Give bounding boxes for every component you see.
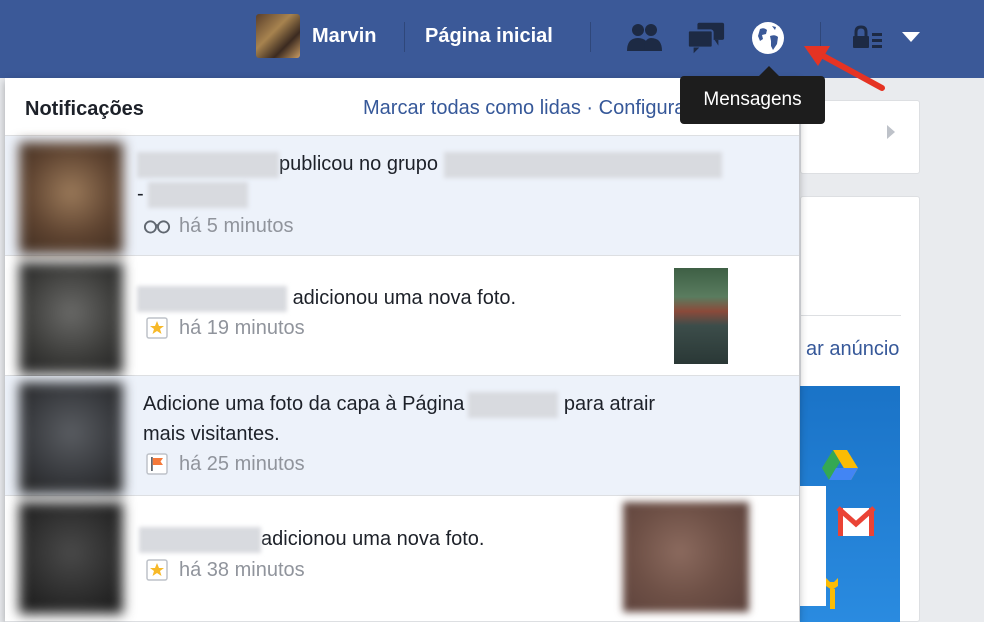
ad-image — [800, 386, 900, 622]
messages-tooltip: Mensagens — [680, 76, 825, 124]
profile-name: Marvin — [312, 24, 377, 47]
panel-title: Notificações — [25, 98, 144, 120]
avatar — [19, 502, 123, 614]
avatar — [256, 14, 300, 58]
divider — [590, 22, 591, 52]
notification-time: há 5 minutos — [143, 214, 294, 238]
avatar — [19, 262, 123, 374]
notification-item[interactable]: publicou no grupo - há 5 minutos — [5, 136, 799, 256]
create-ad-link[interactable]: ar anúncio — [806, 338, 899, 361]
friends-icon[interactable] — [624, 20, 664, 56]
star-icon — [143, 558, 171, 582]
notification-time: há 38 minutos — [143, 558, 305, 582]
divider — [404, 22, 405, 52]
photo-thumbnail[interactable] — [623, 502, 749, 612]
photo-thumbnail[interactable] — [674, 268, 728, 364]
profile-link[interactable]: Marvin — [256, 14, 376, 58]
avatar — [19, 382, 123, 494]
chevron-right-icon[interactable] — [885, 123, 897, 141]
tooltip-arrow — [759, 66, 779, 76]
notification-item[interactable]: adicionou uma nova foto. há 19 minutos — [5, 256, 799, 376]
notification-item[interactable]: Adicione uma foto da capa à Página para … — [5, 376, 799, 496]
notification-text: Adicione uma foto da capa à Página para … — [143, 391, 656, 445]
caret-down-icon[interactable] — [902, 32, 920, 42]
avatar — [19, 142, 123, 254]
glasses-icon — [143, 214, 171, 238]
messages-icon[interactable] — [686, 20, 726, 56]
gmail-icon — [836, 506, 876, 536]
notification-text: publicou no grupo - — [137, 149, 723, 209]
notification-text: adicionou uma nova foto. — [137, 283, 516, 313]
tools-icon — [826, 578, 838, 609]
flag-icon — [143, 452, 171, 476]
notification-time: há 19 minutos — [143, 316, 305, 340]
notification-time: há 25 minutos — [143, 452, 305, 476]
home-link[interactable]: Página inicial — [425, 25, 553, 48]
star-icon — [143, 316, 171, 340]
globe-icon[interactable] — [748, 20, 788, 56]
drive-icon — [822, 450, 858, 480]
notifications-panel: Notificações Marcar todas como lidas · C… — [5, 78, 799, 622]
notification-text: adicionou uma nova foto. — [139, 524, 485, 554]
notification-item[interactable]: adicionou uma nova foto. há 38 minutos — [5, 496, 799, 622]
